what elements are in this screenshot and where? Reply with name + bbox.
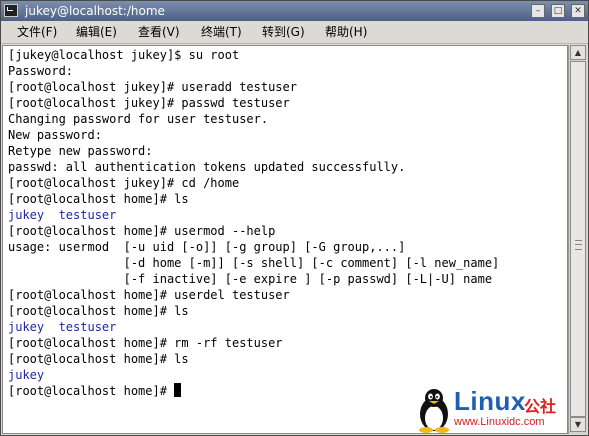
grip-icon bbox=[575, 240, 582, 250]
terminal-line: [root@localhost home]# ls bbox=[8, 191, 567, 207]
terminal-line: Retype new password: bbox=[8, 143, 567, 159]
terminal-line-text: [root@localhost home]# ls bbox=[8, 352, 189, 366]
terminal-line-text: [root@localhost home]# ls bbox=[8, 304, 189, 318]
menu-bar: 文件(F) 编辑(E) 查看(V) 终端(T) 转到(G) 帮助(H) bbox=[1, 21, 588, 44]
terminal-line: usage: usermod [-u uid [-o]] [-g group] … bbox=[8, 239, 567, 255]
terminal-line-text: jukey testuser bbox=[8, 320, 117, 334]
window-title: jukey@localhost:/home bbox=[25, 4, 165, 18]
terminal-line-text: [root@localhost jukey]# passwd testuser bbox=[8, 96, 290, 110]
scroll-up-arrow-icon[interactable]: ▲ bbox=[570, 45, 586, 60]
menu-go[interactable]: 转到(G) bbox=[262, 21, 305, 43]
terminal-line-text: New password: bbox=[8, 128, 102, 142]
terminal-line: New password: bbox=[8, 127, 567, 143]
terminal-line: [root@localhost jukey]# cd /home bbox=[8, 175, 567, 191]
terminal-line-text: [root@localhost jukey]# cd /home bbox=[8, 176, 240, 190]
watermark-url: www.Linuxidc.com bbox=[454, 416, 545, 428]
menu-view[interactable]: 查看(V) bbox=[138, 21, 180, 43]
terminal-app-icon[interactable] bbox=[4, 4, 18, 17]
title-bar[interactable]: jukey@localhost:/home – □ ✕ bbox=[1, 1, 588, 21]
terminal-line: jukey testuser bbox=[8, 207, 567, 223]
terminal-line: jukey bbox=[8, 367, 567, 383]
menu-edit[interactable]: 编辑(E) bbox=[76, 21, 117, 43]
terminal-line-text: [root@localhost jukey]# useradd testuser bbox=[8, 80, 297, 94]
terminal-line-text: jukey testuser bbox=[8, 208, 117, 222]
maximize-button[interactable]: □ bbox=[551, 4, 565, 18]
watermark-logo-text: Linux bbox=[454, 386, 526, 416]
terminal-window: jukey@localhost:/home – □ ✕ 文件(F) 编辑(E) … bbox=[0, 0, 589, 436]
terminal-line-text: [-f inactive] [-e expire ] [-p passwd] [… bbox=[8, 272, 493, 286]
terminal-line-text: [root@localhost home]# usermod --help bbox=[8, 224, 276, 238]
terminal-line: [root@localhost home]# ls bbox=[8, 351, 567, 367]
terminal-line: [root@localhost home]# usermod --help bbox=[8, 223, 567, 239]
menu-file[interactable]: 文件(F) bbox=[17, 21, 57, 43]
terminal-line-text: [root@localhost home]# rm -rf testuser bbox=[8, 336, 283, 350]
terminal-line-text: jukey bbox=[8, 368, 45, 382]
close-button[interactable]: ✕ bbox=[571, 4, 585, 18]
terminal-line: jukey testuser bbox=[8, 319, 567, 335]
terminal-line-text: usage: usermod [-u uid [-o]] [-g group] … bbox=[8, 240, 406, 254]
watermark-logo-cn: 公社 bbox=[524, 397, 557, 416]
terminal-line: [root@localhost home]# ls bbox=[8, 303, 567, 319]
tux-penguin-icon bbox=[419, 389, 449, 433]
terminal-line: [root@localhost jukey]# passwd testuser bbox=[8, 95, 567, 111]
terminal-line-text: passwd: all authentication tokens update… bbox=[8, 160, 406, 174]
terminal-line-text: Retype new password: bbox=[8, 144, 153, 158]
terminal-line: Password: bbox=[8, 63, 567, 79]
terminal-line: Changing password for user testuser. bbox=[8, 111, 567, 127]
terminal-line: passwd: all authentication tokens update… bbox=[8, 159, 567, 175]
terminal-output[interactable]: [jukey@localhost jukey]$ su root Password… bbox=[2, 45, 568, 434]
terminal-line: [root@localhost home]# userdel testuser bbox=[8, 287, 567, 303]
menu-terminal[interactable]: 终端(T) bbox=[201, 21, 242, 43]
menu-help[interactable]: 帮助(H) bbox=[325, 21, 367, 43]
scrollbar-thumb[interactable] bbox=[570, 61, 586, 417]
terminal-line-text: [-d home [-m]] [-s shell] [-c comment] [… bbox=[8, 256, 500, 270]
terminal-line-text: Password: bbox=[8, 64, 74, 78]
terminal-line-text: [jukey@localhost jukey]$ su root bbox=[8, 48, 240, 62]
terminal-line-text: [root@localhost home]# ls bbox=[8, 192, 189, 206]
terminal-line: [root@localhost home]# rm -rf testuser bbox=[8, 335, 567, 351]
terminal-cursor bbox=[174, 383, 182, 397]
terminal-line-text: Changing password for user testuser. bbox=[8, 112, 269, 126]
terminal-line: [-f inactive] [-e expire ] [-p passwd] [… bbox=[8, 271, 567, 287]
minimize-button[interactable]: – bbox=[531, 4, 545, 18]
terminal-line: [root@localhost jukey]# useradd testuser bbox=[8, 79, 567, 95]
terminal-line-text: [root@localhost home]# bbox=[8, 384, 175, 398]
vertical-scrollbar[interactable]: ▲ ▼ bbox=[568, 45, 587, 434]
terminal-line-text: [root@localhost home]# userdel testuser bbox=[8, 288, 290, 302]
terminal-line: [-d home [-m]] [-s shell] [-c comment] [… bbox=[8, 255, 567, 271]
watermark: Linux 公社 www.Linuxidc.com bbox=[414, 386, 586, 434]
terminal-line: [jukey@localhost jukey]$ su root bbox=[8, 47, 567, 63]
